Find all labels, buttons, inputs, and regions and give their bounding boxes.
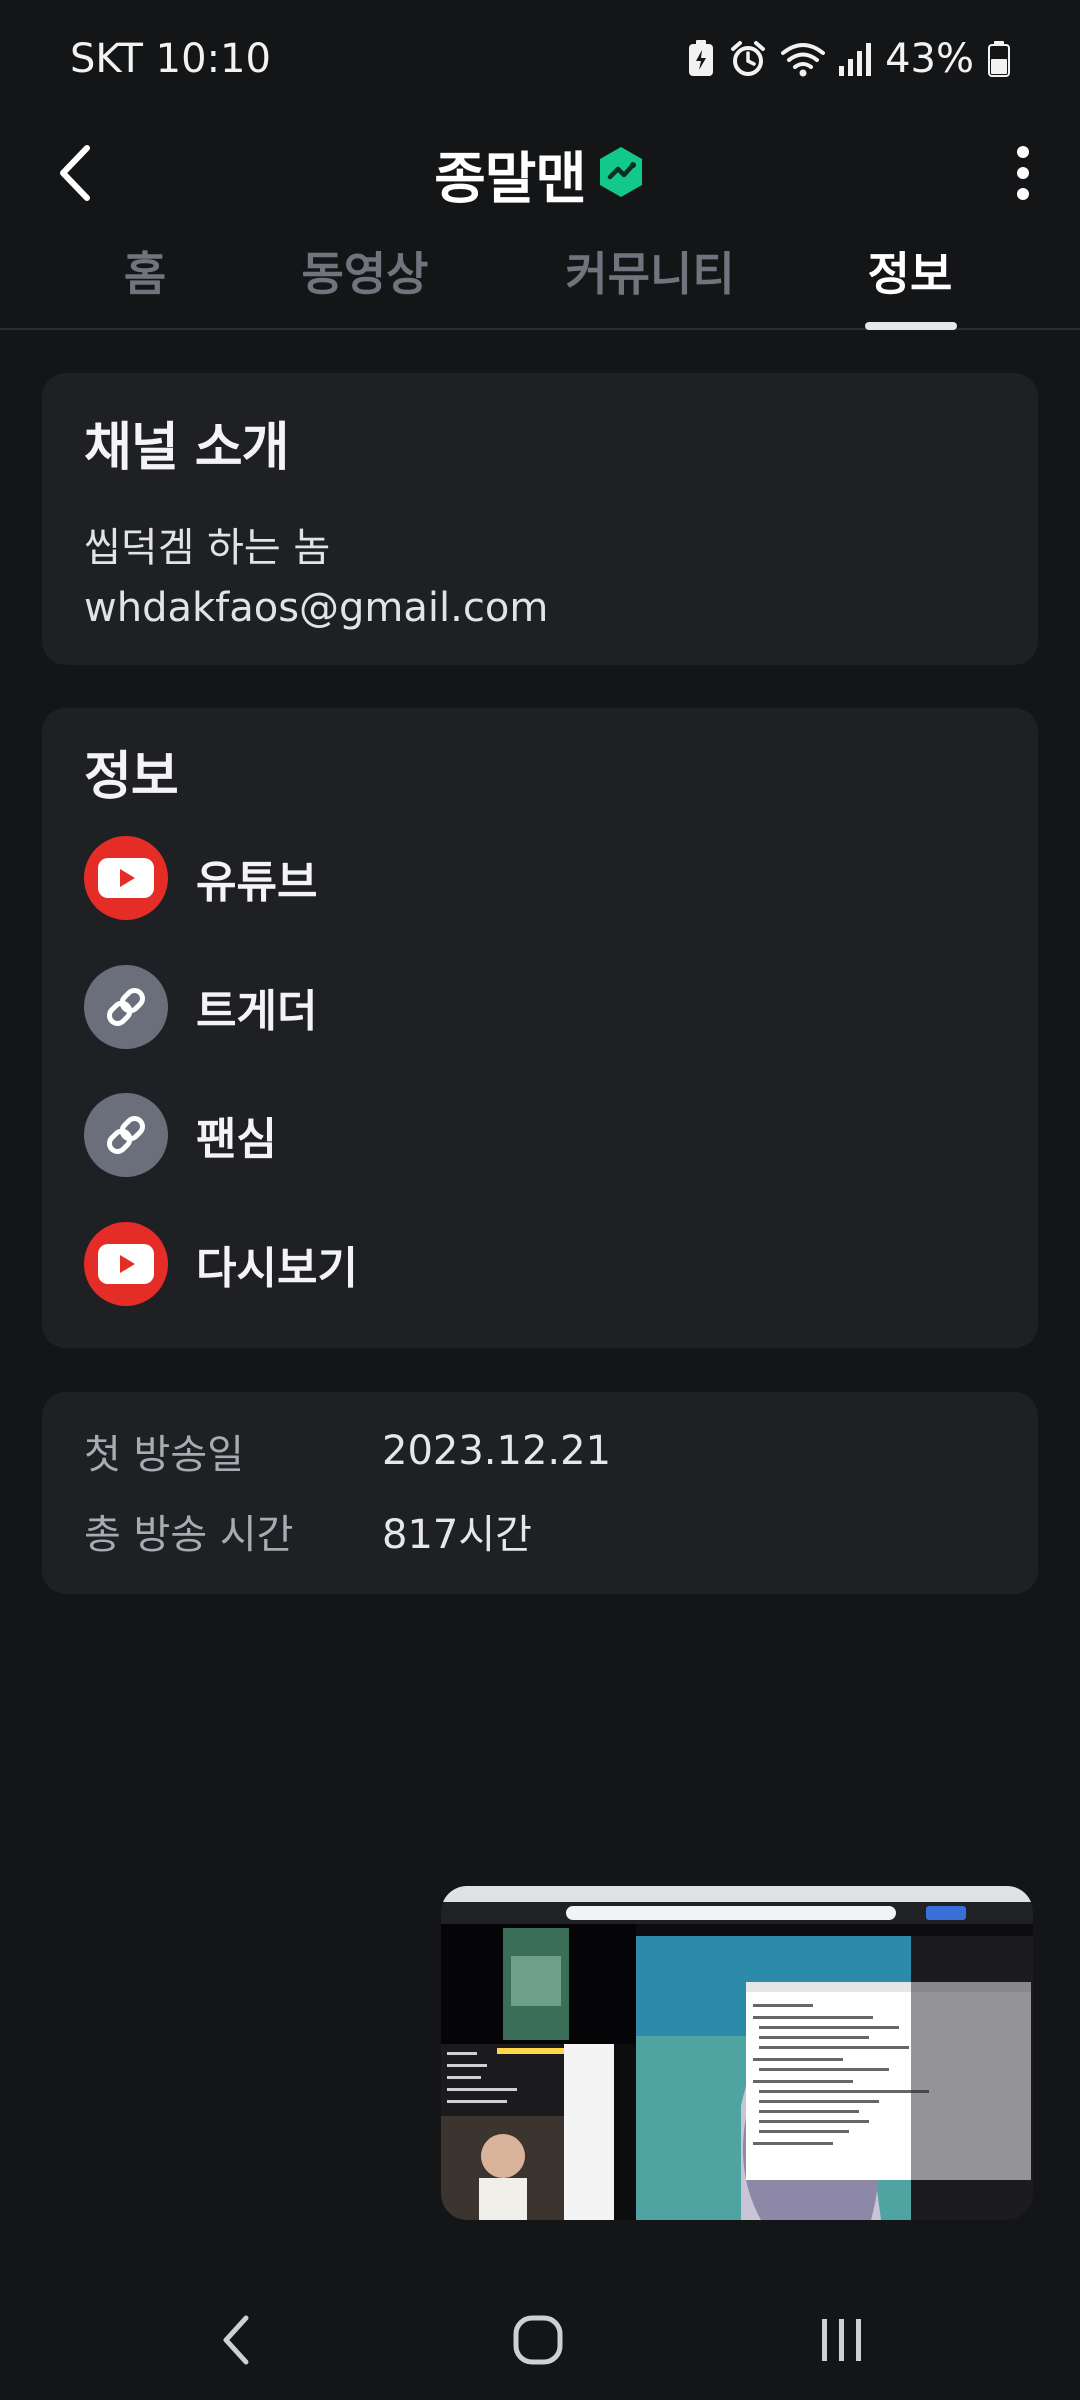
pip-video-player[interactable] bbox=[441, 1886, 1033, 2220]
link-tgd[interactable]: 트게더 bbox=[84, 965, 317, 1049]
link-label: 다시보기 bbox=[196, 1243, 358, 1294]
stat-value: 817시간 bbox=[382, 1512, 532, 1558]
nav-home-button[interactable] bbox=[488, 2290, 588, 2390]
link-label: 팬심 bbox=[196, 1114, 277, 1165]
channel-intro-card: 채널 소개 씹덕겜 하는 놈 whdakfaos@gmail.com bbox=[42, 373, 1038, 665]
intro-email: whdakfaos@gmail.com bbox=[84, 585, 549, 631]
active-tab-indicator bbox=[865, 322, 957, 330]
verified-badge-icon bbox=[596, 145, 646, 203]
tab-videos[interactable]: 동영상 bbox=[290, 230, 440, 330]
stat-label: 총 방송 시간 bbox=[84, 1512, 294, 1558]
youtube-icon bbox=[84, 1222, 168, 1306]
tab-community[interactable]: 커뮤니티 bbox=[555, 230, 745, 330]
stat-value: 2023.12.21 bbox=[382, 1428, 612, 1474]
nav-back-icon bbox=[223, 2315, 249, 2365]
channel-intro-title: 채널 소개 bbox=[84, 418, 289, 478]
stat-label: 첫 방송일 bbox=[84, 1432, 244, 1478]
stat-first-broadcast: 첫 방송일 2023.12.21 bbox=[84, 1422, 611, 1480]
more-vertical-icon bbox=[1017, 146, 1029, 200]
youtube-icon bbox=[84, 836, 168, 920]
info-title: 정보 bbox=[84, 747, 179, 807]
channel-intro-description: 씹덕겜 하는 놈 whdakfaos@gmail.com bbox=[84, 518, 996, 638]
nav-recents-button[interactable] bbox=[792, 2290, 892, 2390]
channel-title-group: 종말맨 bbox=[434, 134, 646, 215]
battery-saver-icon bbox=[687, 40, 715, 78]
channel-name: 종말맨 bbox=[434, 146, 587, 212]
link-icon bbox=[84, 965, 168, 1049]
battery-icon bbox=[988, 41, 1010, 77]
nav-home-icon bbox=[513, 2315, 563, 2365]
wifi-icon bbox=[781, 41, 826, 77]
chevron-left-icon bbox=[60, 145, 90, 201]
more-options-button[interactable] bbox=[988, 138, 1058, 208]
channel-info-screen: SKT 10:10 43% 종말맨 홈 동영상 커뮤니티 정보 채널 소개 씹덕… bbox=[0, 0, 1080, 2400]
back-button[interactable] bbox=[40, 138, 110, 208]
channel-tabs: 홈 동영상 커뮤니티 정보 bbox=[0, 230, 1080, 330]
tab-info[interactable]: 정보 bbox=[860, 230, 960, 330]
battery-percent: 43% bbox=[885, 36, 974, 82]
link-replay[interactable]: 다시보기 bbox=[84, 1222, 358, 1306]
link-youtube[interactable]: 유튜브 bbox=[84, 836, 317, 920]
tab-home[interactable]: 홈 bbox=[90, 230, 200, 330]
link-icon bbox=[84, 1093, 168, 1177]
broadcast-stats-card: 첫 방송일 2023.12.21 총 방송 시간 817시간 bbox=[42, 1392, 1038, 1594]
top-app-bar: 종말맨 bbox=[0, 118, 1080, 230]
signal-icon bbox=[839, 42, 872, 76]
alarm-icon bbox=[729, 40, 767, 78]
status-bar: SKT 10:10 43% bbox=[0, 0, 1080, 118]
pip-video-frame bbox=[441, 1886, 1033, 2220]
nav-recents-icon bbox=[822, 2319, 861, 2361]
status-icons: 43% bbox=[687, 36, 1010, 82]
system-navigation-bar bbox=[0, 2270, 1080, 2400]
status-time: SKT 10:10 bbox=[70, 36, 271, 82]
link-fansim[interactable]: 팬심 bbox=[84, 1093, 277, 1177]
link-label: 유튜브 bbox=[196, 857, 318, 908]
stat-total-broadcast-time: 총 방송 시간 817시간 bbox=[84, 1502, 532, 1560]
link-label: 트게더 bbox=[196, 986, 318, 1037]
info-links-card: 정보 유튜브 트게더 팬심 다시보기 bbox=[42, 708, 1038, 1348]
nav-back-button[interactable] bbox=[186, 2290, 286, 2390]
intro-line: 씹덕겜 하는 놈 bbox=[84, 525, 331, 571]
